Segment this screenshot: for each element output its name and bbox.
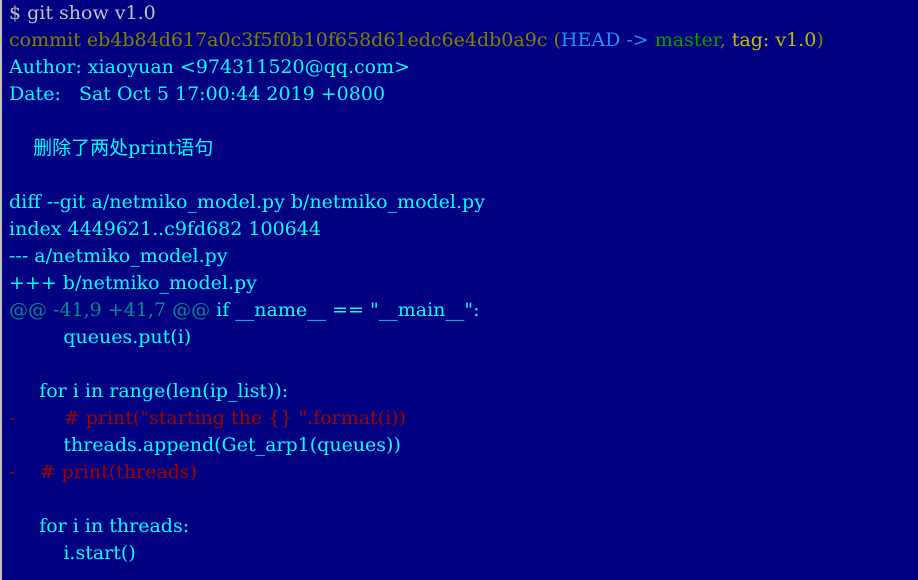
terminal-window[interactable]: $ git show v1.0 commit eb4b84d617a0c3f5f…	[0, 0, 918, 580]
deleted-line: - # print("starting the {} ".format(i))	[9, 407, 406, 429]
ref-open: (	[547, 29, 561, 51]
ref-head: HEAD ->	[560, 29, 655, 51]
commit-line: commit eb4b84d617a0c3f5f0b10f658d61edc6e…	[9, 27, 918, 54]
prompt-line: $ git show v1.0	[9, 2, 156, 24]
context-line: i.start()	[9, 542, 136, 564]
plus-file-line: +++ b/netmiko_model.py	[9, 272, 257, 294]
commit-message: 删除了两处print语句	[9, 137, 214, 159]
hunk-range: @@ -41,9 +41,7 @@	[9, 299, 211, 321]
ref-tag: tag: v1.0	[731, 29, 817, 51]
date-line: Date: Sat Oct 5 17:00:44 2019 +0800	[9, 83, 386, 105]
ref-separator: ,	[719, 29, 732, 51]
context-line: queues.put(i)	[9, 326, 192, 348]
context-line: threads.append(Get_arp1(queues))	[9, 434, 401, 456]
commit-hash: eb4b84d617a0c3f5f0b10f658d61edc6e4db0a9c	[86, 29, 548, 51]
index-line: index 4449621..c9fd682 100644	[9, 218, 321, 240]
diff-header: diff --git a/netmiko_model.py b/netmiko_…	[9, 191, 485, 213]
author-line: Author: xiaoyuan <974311520@qq.com>	[9, 56, 411, 78]
deleted-line: - # print(threads)	[9, 461, 197, 483]
commit-label: commit	[9, 29, 87, 51]
hunk-context: if __name__ == "__main__":	[210, 299, 480, 321]
minus-file-line: --- a/netmiko_model.py	[9, 245, 228, 267]
hunk-header: @@ -41,9 +41,7 @@ if __name__ == "__main…	[9, 297, 918, 324]
ref-master: master	[654, 29, 720, 51]
context-line: for i in range(len(ip_list)):	[9, 380, 289, 402]
ref-close: )	[816, 29, 824, 51]
context-line: for i in threads:	[9, 515, 190, 537]
